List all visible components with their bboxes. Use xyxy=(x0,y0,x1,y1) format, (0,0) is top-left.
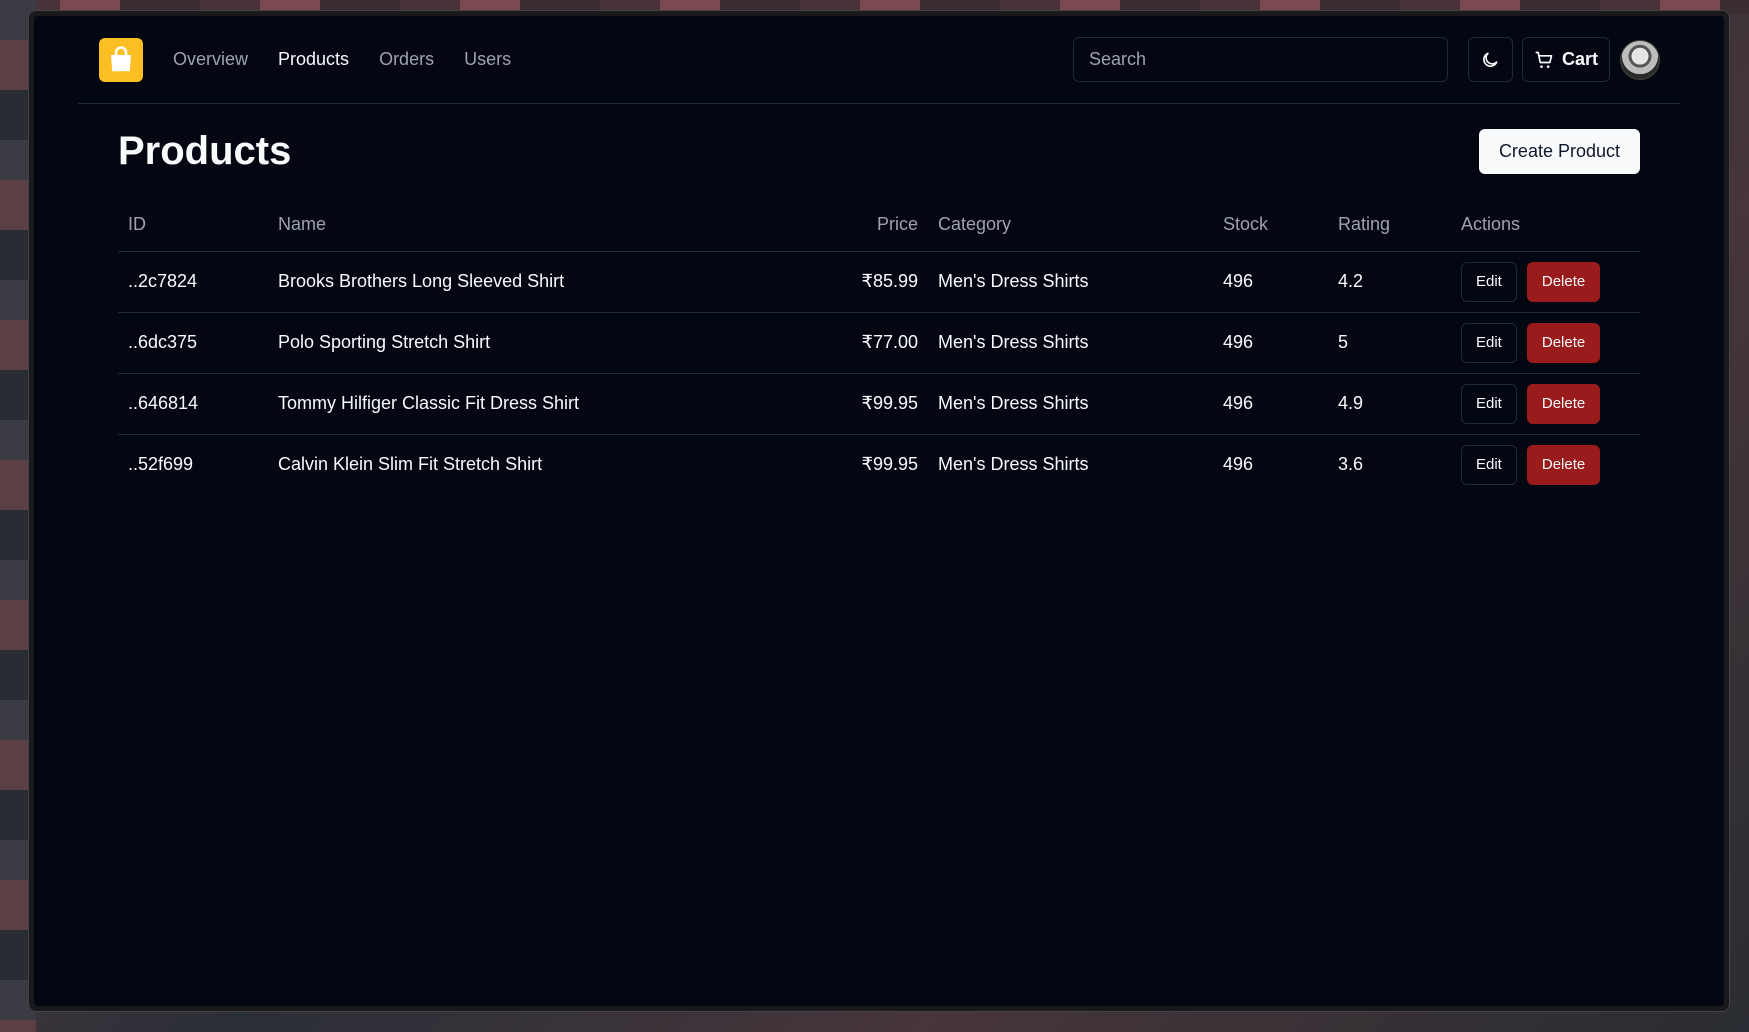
main-content: Products Create Product ID Name Price Ca… xyxy=(118,104,1640,495)
cell-stock: 496 xyxy=(1213,251,1328,313)
cell-stock: 496 xyxy=(1213,312,1328,374)
edit-button[interactable]: Edit xyxy=(1461,261,1517,302)
cell-category: Men's Dress Shirts xyxy=(928,251,1213,313)
page-header: Products Create Product xyxy=(118,104,1640,199)
search-input[interactable] xyxy=(1072,37,1448,82)
cell-id: ..646814 xyxy=(118,373,268,435)
edit-button[interactable]: Edit xyxy=(1461,444,1517,485)
table-row: ..52f699 Calvin Klein Slim Fit Stretch S… xyxy=(118,434,1640,495)
theme-toggle-button[interactable] xyxy=(1467,37,1513,82)
cell-category: Men's Dress Shirts xyxy=(928,312,1213,374)
cell-price: ₹85.99 xyxy=(728,251,928,313)
cell-name: Calvin Klein Slim Fit Stretch Shirt xyxy=(278,454,543,475)
avatar[interactable] xyxy=(1620,39,1660,80)
cell-rating: 4.9 xyxy=(1328,373,1451,435)
cell-stock: 496 xyxy=(1213,373,1328,435)
cart-label: Cart xyxy=(1561,49,1598,69)
cell-price: ₹99.95 xyxy=(861,454,919,475)
edit-button[interactable]: Edit xyxy=(1461,383,1517,424)
cell-name: Tommy Hilfiger Classic Fit Dress Shirt xyxy=(268,373,728,435)
browser-window: Overview Products Orders Users Search Ca… xyxy=(28,10,1730,1012)
logo[interactable] xyxy=(99,37,143,82)
nav-users[interactable]: Users xyxy=(464,49,511,70)
header-price[interactable]: Price xyxy=(728,199,928,252)
nav-actions: Cart xyxy=(1072,37,1660,82)
delete-button[interactable]: Delete xyxy=(1526,383,1601,424)
delete-button[interactable]: Delete xyxy=(1526,261,1601,302)
navbar: Overview Products Orders Users Search Ca… xyxy=(78,16,1680,104)
nav-products[interactable]: Products xyxy=(278,49,349,70)
header-actions: Actions xyxy=(1451,199,1640,252)
header-name[interactable]: Name xyxy=(268,199,728,252)
cell-actions: Edit Delete xyxy=(1451,434,1640,495)
create-product-button[interactable]: Create Product xyxy=(1478,129,1640,174)
cell-actions: Edit Delete xyxy=(1451,312,1640,374)
moon-icon xyxy=(1483,52,1498,67)
header-stock[interactable]: Stock xyxy=(1213,199,1328,252)
cell-rating: 3.6 xyxy=(1338,454,1364,475)
cell-name: Polo Sporting Stretch Shirt xyxy=(268,312,728,374)
shopping-bag-icon xyxy=(111,45,131,71)
page-title: Products xyxy=(118,129,292,173)
products-table: ID Name Price Category Stock Rating Acti… xyxy=(118,199,1640,495)
edit-button[interactable]: Edit xyxy=(1461,322,1517,363)
cell-id: ..52f699 xyxy=(128,454,194,475)
header-id[interactable]: ID xyxy=(118,199,268,252)
cell-price: ₹99.95 xyxy=(728,373,928,435)
table-row: ..6dc375 Polo Sporting Stretch Shirt ₹77… xyxy=(118,312,1640,374)
cell-actions: Edit Delete xyxy=(1451,251,1640,313)
nav-orders[interactable]: Orders xyxy=(379,49,434,70)
table-row: ..2c7824 Brooks Brothers Long Sleeved Sh… xyxy=(118,251,1640,313)
table-row: ..646814 Tommy Hilfiger Classic Fit Dres… xyxy=(118,373,1640,435)
cell-category: Men's Dress Shirts xyxy=(928,373,1213,435)
cart-icon xyxy=(1535,51,1553,68)
nav-overview[interactable]: Overview xyxy=(173,49,248,70)
cell-stock: 496 xyxy=(1223,454,1254,475)
cell-category: Men's Dress Shirts xyxy=(938,454,1089,475)
cell-rating: 4.2 xyxy=(1328,251,1451,313)
cell-id: ..6dc375 xyxy=(118,312,268,374)
cell-actions: Edit Delete xyxy=(1451,373,1640,435)
delete-button[interactable]: Delete xyxy=(1526,444,1601,485)
table-header-row: ID Name Price Category Stock Rating Acti… xyxy=(118,199,1640,252)
main-nav: Overview Products Orders Users xyxy=(173,49,511,70)
app-root: Overview Products Orders Users Search Ca… xyxy=(34,16,1724,1006)
cell-id: ..2c7824 xyxy=(118,251,268,313)
cell-rating: 5 xyxy=(1328,312,1451,374)
header-rating[interactable]: Rating xyxy=(1328,199,1451,252)
cart-button[interactable]: Cart xyxy=(1521,37,1610,82)
header-category[interactable]: Category xyxy=(928,199,1213,252)
delete-button[interactable]: Delete xyxy=(1526,322,1601,363)
cell-price: ₹77.00 xyxy=(728,312,928,374)
cell-name: Brooks Brothers Long Sleeved Shirt xyxy=(268,251,728,313)
